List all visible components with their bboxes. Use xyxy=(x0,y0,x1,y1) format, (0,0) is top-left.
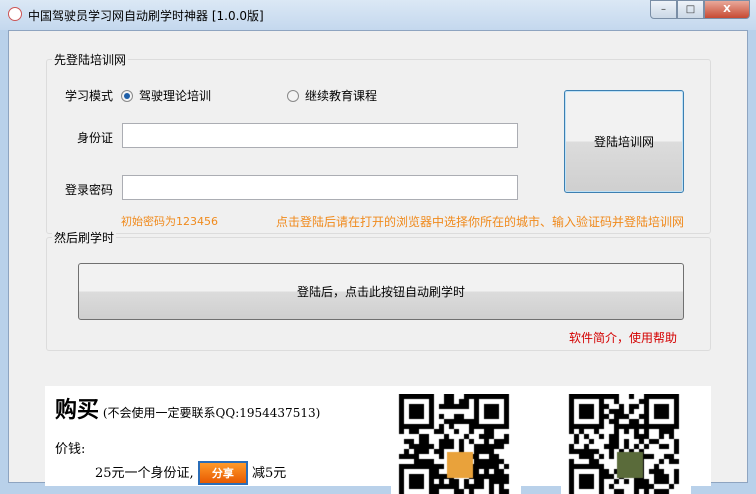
wechat-qr-code xyxy=(561,394,691,494)
radio-selected-icon xyxy=(121,90,133,102)
buy-heading: 购买 (不会使用一定要联系QQ:1954437513) xyxy=(55,392,320,424)
maximize-button[interactable]: □ xyxy=(677,0,704,19)
start-study-button[interactable]: 登陆后，点击此按钮自动刷学时 xyxy=(78,263,684,320)
study-group-label: 然后刷学时 xyxy=(52,229,117,246)
mode-radio-theory[interactable]: 驾驶理论培训 xyxy=(121,87,211,104)
id-input[interactable] xyxy=(122,123,518,148)
minimize-button[interactable]: – xyxy=(650,0,677,19)
alipay-qr-code xyxy=(391,394,521,494)
share-button[interactable]: 分享 xyxy=(197,461,248,485)
mode-label: 学习模式 xyxy=(65,89,114,103)
password-label: 登录密码 xyxy=(65,183,114,197)
mode-option-label: 继续教育课程 xyxy=(305,89,378,103)
contact-qq: (不会使用一定要联系QQ:1954437513) xyxy=(102,406,321,420)
password-input[interactable] xyxy=(122,175,518,200)
login-button[interactable]: 登陆培训网 xyxy=(564,90,684,193)
mode-option-label: 驾驶理论培训 xyxy=(139,89,212,103)
client-area: 先登陆培训网 学习模式 驾驶理论培训 继续教育课程 身份证 登录密码 登陆培训网… xyxy=(8,30,748,494)
price-label: 价钱: xyxy=(55,442,86,457)
login-group-label: 先登陆培训网 xyxy=(52,51,129,68)
mode-radio-continuing[interactable]: 继续教育课程 xyxy=(287,87,377,104)
price-line: 25元一个身份证, 分享 减5元 xyxy=(95,461,286,485)
help-link[interactable]: 软件简介，使用帮助 xyxy=(569,329,677,346)
buy-title: 购买 xyxy=(55,397,100,423)
window-title: 中国驾驶员学习网自动刷学时神器 [1.0.0版] xyxy=(28,9,264,23)
discount-text: 减5元 xyxy=(251,466,287,481)
close-button[interactable]: X xyxy=(704,0,750,19)
title-bar: 中国驾驶员学习网自动刷学时神器 [1.0.0版] – □ X xyxy=(0,0,756,30)
buy-panel: 购买 (不会使用一定要联系QQ:1954437513) 价钱: 25元一个身份证… xyxy=(45,386,711,494)
password-hint: 初始密码为123456 xyxy=(121,215,218,228)
app-clock-icon xyxy=(8,7,22,21)
price-text: 25元一个身份证, xyxy=(95,466,194,481)
login-hint: 点击登陆后请在打开的浏览器中选择你所在的城市、输入验证码并登陆培训网 xyxy=(276,215,685,229)
id-label: 身份证 xyxy=(77,131,114,145)
radio-unselected-icon xyxy=(287,90,299,102)
